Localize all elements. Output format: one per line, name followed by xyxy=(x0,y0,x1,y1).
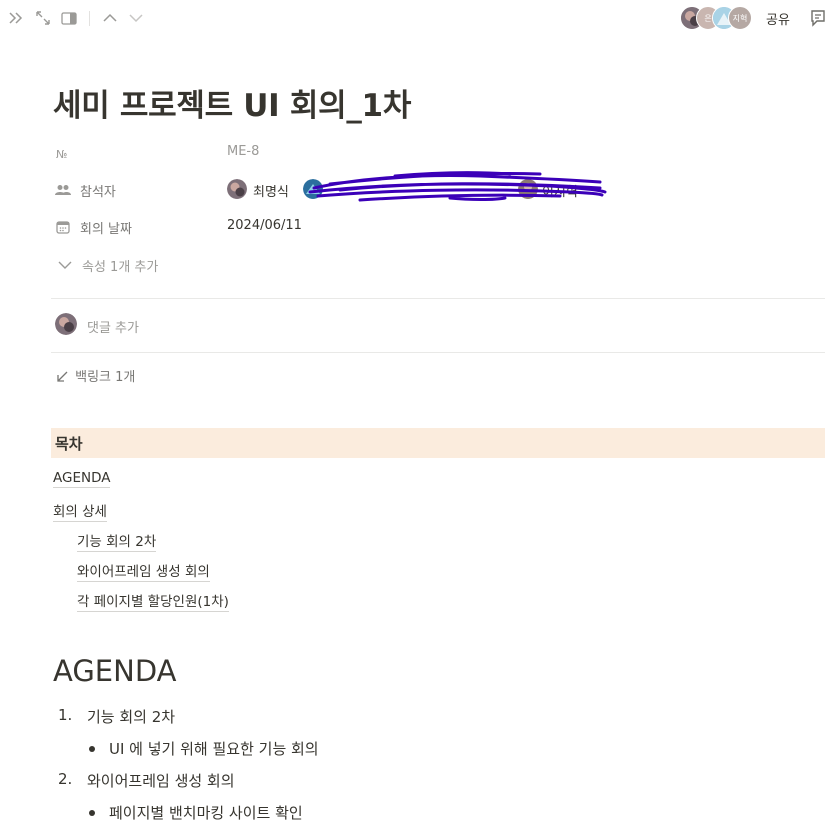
chevron-up-icon[interactable] xyxy=(101,9,119,27)
add-property-button[interactable]: 속성 1개 추가 xyxy=(55,253,815,277)
add-property-label: 속성 1개 추가 xyxy=(82,260,159,275)
property-number[interactable]: № ME-8 xyxy=(55,141,815,165)
redaction-scribble xyxy=(308,171,607,202)
list-item-text: 페이지별 밴치마킹 사이트 확인 xyxy=(109,804,303,822)
comment-input[interactable]: 댓글 추가 xyxy=(87,317,139,336)
toc-heading[interactable]: 목차 xyxy=(51,428,825,458)
property-participants-label: 참석자 xyxy=(80,185,116,200)
list-number: 1. xyxy=(58,706,73,724)
toc-link[interactable]: 각 페이지별 할당인원(1차) xyxy=(77,590,229,612)
property-number-value: ME-8 xyxy=(227,144,260,159)
comments-icon[interactable] xyxy=(810,9,825,27)
participant-name[interactable]: 최명식 xyxy=(253,181,289,200)
people-icon xyxy=(55,182,71,198)
bullet-icon xyxy=(89,810,95,816)
avatar xyxy=(55,313,77,335)
backlinks-button[interactable]: 백링크 1개 xyxy=(57,366,135,386)
expand-icon[interactable] xyxy=(34,9,52,27)
divider xyxy=(51,298,825,299)
backlinks-label: 백링크 1개 xyxy=(75,370,136,385)
list-item-text: 기능 회의 2차 xyxy=(87,708,176,726)
avatar[interactable] xyxy=(227,179,247,199)
avatar[interactable]: 지혁 xyxy=(728,6,752,30)
toolbar-divider xyxy=(89,11,90,26)
double-chevron-right-icon[interactable] xyxy=(7,9,25,27)
list-item-text: 와이어프레임 생성 회의 xyxy=(87,772,235,790)
toc-link[interactable]: 회의 상세 xyxy=(53,500,107,522)
chevron-down-icon xyxy=(57,257,73,273)
bullet-icon xyxy=(89,746,95,752)
top-bar: 은 지혁 공유 xyxy=(0,0,825,38)
list-number: 2. xyxy=(58,770,73,788)
divider xyxy=(51,352,825,353)
toc-link[interactable]: AGENDA xyxy=(53,470,111,488)
calendar-icon xyxy=(55,219,71,235)
number-symbol-icon: № xyxy=(55,145,71,161)
list-item-text: UI 에 넣기 위해 필요한 기능 회의 xyxy=(109,740,319,758)
property-meeting-date[interactable]: 회의 날짜 2024/06/11 xyxy=(55,215,815,239)
collaborator-avatars[interactable]: 은 지혁 xyxy=(680,6,752,30)
arrow-down-left-icon xyxy=(57,371,71,386)
agenda-heading[interactable]: AGENDA xyxy=(53,654,176,688)
toc-link[interactable]: 와이어프레임 생성 회의 xyxy=(77,560,210,582)
page-title[interactable]: 세미 프로젝트 UI 회의_1차 xyxy=(53,80,411,125)
property-meeting-date-label: 회의 날짜 xyxy=(80,222,132,237)
toc-heading-text: 목차 xyxy=(55,435,83,453)
property-meeting-date-value[interactable]: 2024/06/11 xyxy=(227,218,302,233)
add-comment-row[interactable]: 댓글 추가 xyxy=(55,312,455,338)
toc-link[interactable]: 기능 회의 2차 xyxy=(77,530,157,552)
sidebar-peek-icon[interactable] xyxy=(60,9,78,27)
svg-text:№: № xyxy=(56,148,67,159)
share-button[interactable]: 공유 xyxy=(766,9,790,28)
chevron-down-icon[interactable] xyxy=(127,9,145,27)
